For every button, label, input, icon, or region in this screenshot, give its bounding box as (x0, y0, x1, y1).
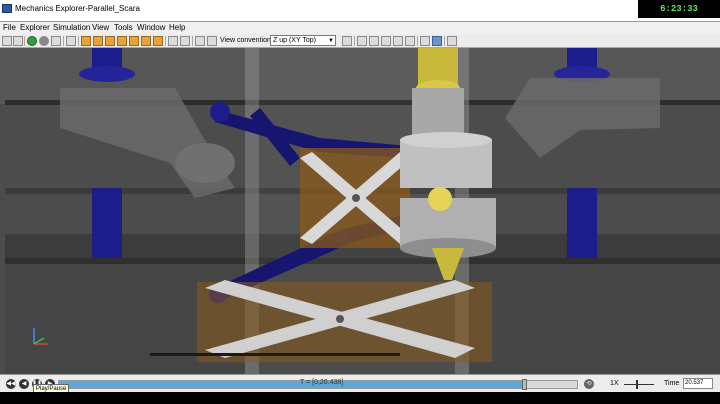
left-view-icon[interactable] (117, 36, 127, 46)
move-icon[interactable] (381, 36, 391, 46)
view-convention-label: View convention: (220, 37, 273, 44)
effector-ball (428, 187, 452, 211)
rotate-icon[interactable] (357, 36, 367, 46)
iso-view-icon[interactable] (81, 36, 91, 46)
zoom-box-icon[interactable] (405, 36, 415, 46)
menu-bar: File Explorer Simulation View Tools Wind… (0, 22, 720, 34)
frames-icon[interactable] (432, 36, 442, 46)
separator (165, 36, 166, 46)
separator (78, 36, 79, 46)
view-convention-select[interactable]: Z up (XY Top) ▼ (270, 35, 336, 46)
settings-icon[interactable] (447, 36, 457, 46)
scene-render (0, 48, 720, 374)
ghost-joint-left (175, 143, 235, 183)
column-lower-right (567, 188, 597, 258)
right-view-icon[interactable] (129, 36, 139, 46)
fit-icon[interactable] (66, 36, 76, 46)
separator (417, 36, 418, 46)
clock-overlay: 6:23:33 04/15/2015 (638, 0, 720, 32)
playback-speed: 1X (610, 380, 619, 387)
single-pane-icon[interactable] (168, 36, 178, 46)
split-horizontal-icon[interactable] (195, 36, 205, 46)
effector-collar-top (400, 132, 492, 148)
time-readout: T = [0,20.438] (300, 379, 344, 386)
speed-knob[interactable] (636, 380, 638, 389)
bottom-strip (0, 392, 720, 404)
menu-view[interactable]: View (92, 23, 109, 32)
title-bar: Mechanics Explorer-Parallel_Scara 6:23:3… (0, 0, 720, 32)
shadow-line (150, 353, 400, 356)
record-icon[interactable] (51, 36, 61, 46)
separator (354, 36, 355, 46)
zoom-icon[interactable] (393, 36, 403, 46)
camera-icon[interactable] (342, 36, 352, 46)
joint-upper-left (210, 102, 230, 122)
app-icon (2, 4, 12, 13)
timeline-thumb[interactable] (522, 379, 528, 390)
split-vertical-icon[interactable] (207, 36, 217, 46)
view-convention-value: Z up (XY Top) (273, 37, 316, 44)
stop-icon[interactable] (39, 36, 49, 46)
timeline-progress (59, 381, 526, 388)
playback-bar: ◀◀ ◀ ❚❚ ▶ T = [0,20.438] ⟲ 1X Time 20.53… (0, 374, 720, 392)
menu-file[interactable]: File (3, 23, 16, 32)
separator (192, 36, 193, 46)
chevron-down-icon: ▼ (328, 38, 334, 44)
menu-tools[interactable]: Tools (114, 23, 133, 32)
step-back-icon[interactable]: ◀ (19, 379, 29, 389)
four-pane-icon[interactable] (180, 36, 190, 46)
menu-simulation[interactable]: Simulation (53, 23, 90, 32)
menu-explorer[interactable]: Explorer (20, 23, 50, 32)
center-icon[interactable] (420, 36, 430, 46)
loop-icon[interactable]: ⟲ (584, 379, 594, 389)
pan-icon[interactable] (13, 36, 23, 46)
time-input[interactable]: 20.537 (683, 378, 713, 389)
menu-window[interactable]: Window (137, 23, 165, 32)
window-title: Mechanics Explorer-Parallel_Scara (15, 4, 140, 13)
time-label: Time (664, 380, 680, 387)
rewind-icon[interactable]: ◀◀ (6, 379, 16, 389)
front-view-icon[interactable] (93, 36, 103, 46)
toolbar: View convention: Z up (XY Top) ▼ (0, 34, 720, 48)
play-icon[interactable] (27, 36, 37, 46)
effector-neck (412, 88, 464, 138)
column-lower-left (92, 188, 122, 258)
mechanics-viewport[interactable] (0, 48, 720, 374)
column-cap-left (79, 66, 135, 82)
back-view-icon[interactable] (105, 36, 115, 46)
roll-icon[interactable] (369, 36, 379, 46)
tree-icon[interactable] (2, 36, 12, 46)
separator (24, 36, 25, 46)
separator (63, 36, 64, 46)
speed-slider[interactable] (624, 384, 654, 385)
top-view-icon[interactable] (141, 36, 151, 46)
menu-help[interactable]: Help (169, 23, 185, 32)
separator (444, 36, 445, 46)
bottom-view-icon[interactable] (153, 36, 163, 46)
